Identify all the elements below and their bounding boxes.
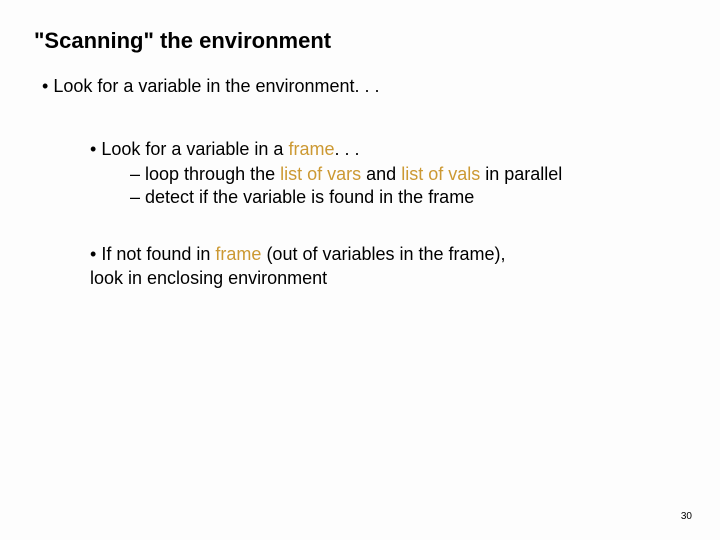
bullet-level1: • Look for a variable in the environment… <box>42 76 686 97</box>
bullet-marker: • <box>90 244 96 264</box>
text-pre: loop through the <box>140 164 280 184</box>
bullet-marker: • <box>90 139 96 159</box>
bullet-marker: • <box>42 76 48 96</box>
dash-marker: – <box>130 164 140 184</box>
bullet-text-pre: Look for a variable in a <box>101 139 288 159</box>
text-mid: and <box>361 164 401 184</box>
text: detect if the variable is found in the f… <box>140 187 474 207</box>
bullet-level2: • Look for a variable in a frame. . . <box>90 139 686 160</box>
slide-title: "Scanning" the environment <box>34 28 686 54</box>
highlight-list-of-vals: list of vals <box>401 164 480 184</box>
dash-marker: – <box>130 187 140 207</box>
bullet-text-post: . . . <box>334 139 359 159</box>
text-post2: look in enclosing environment <box>90 268 327 288</box>
bullet-level3: – detect if the variable is found in the… <box>130 187 686 208</box>
highlight-list-of-vars: list of vars <box>280 164 361 184</box>
bullet-level2: • If not found in frame (out of variable… <box>90 242 650 291</box>
highlight-frame: frame <box>215 244 261 264</box>
text-post1: (out of variables in the frame), <box>261 244 505 264</box>
bullet-text: Look for a variable in the environment. … <box>53 76 379 96</box>
text-post: in parallel <box>480 164 562 184</box>
page-number: 30 <box>681 511 692 522</box>
highlight-frame: frame <box>288 139 334 159</box>
bullet-level3: – loop through the list of vars and list… <box>130 164 686 185</box>
text-pre: If not found in <box>101 244 215 264</box>
